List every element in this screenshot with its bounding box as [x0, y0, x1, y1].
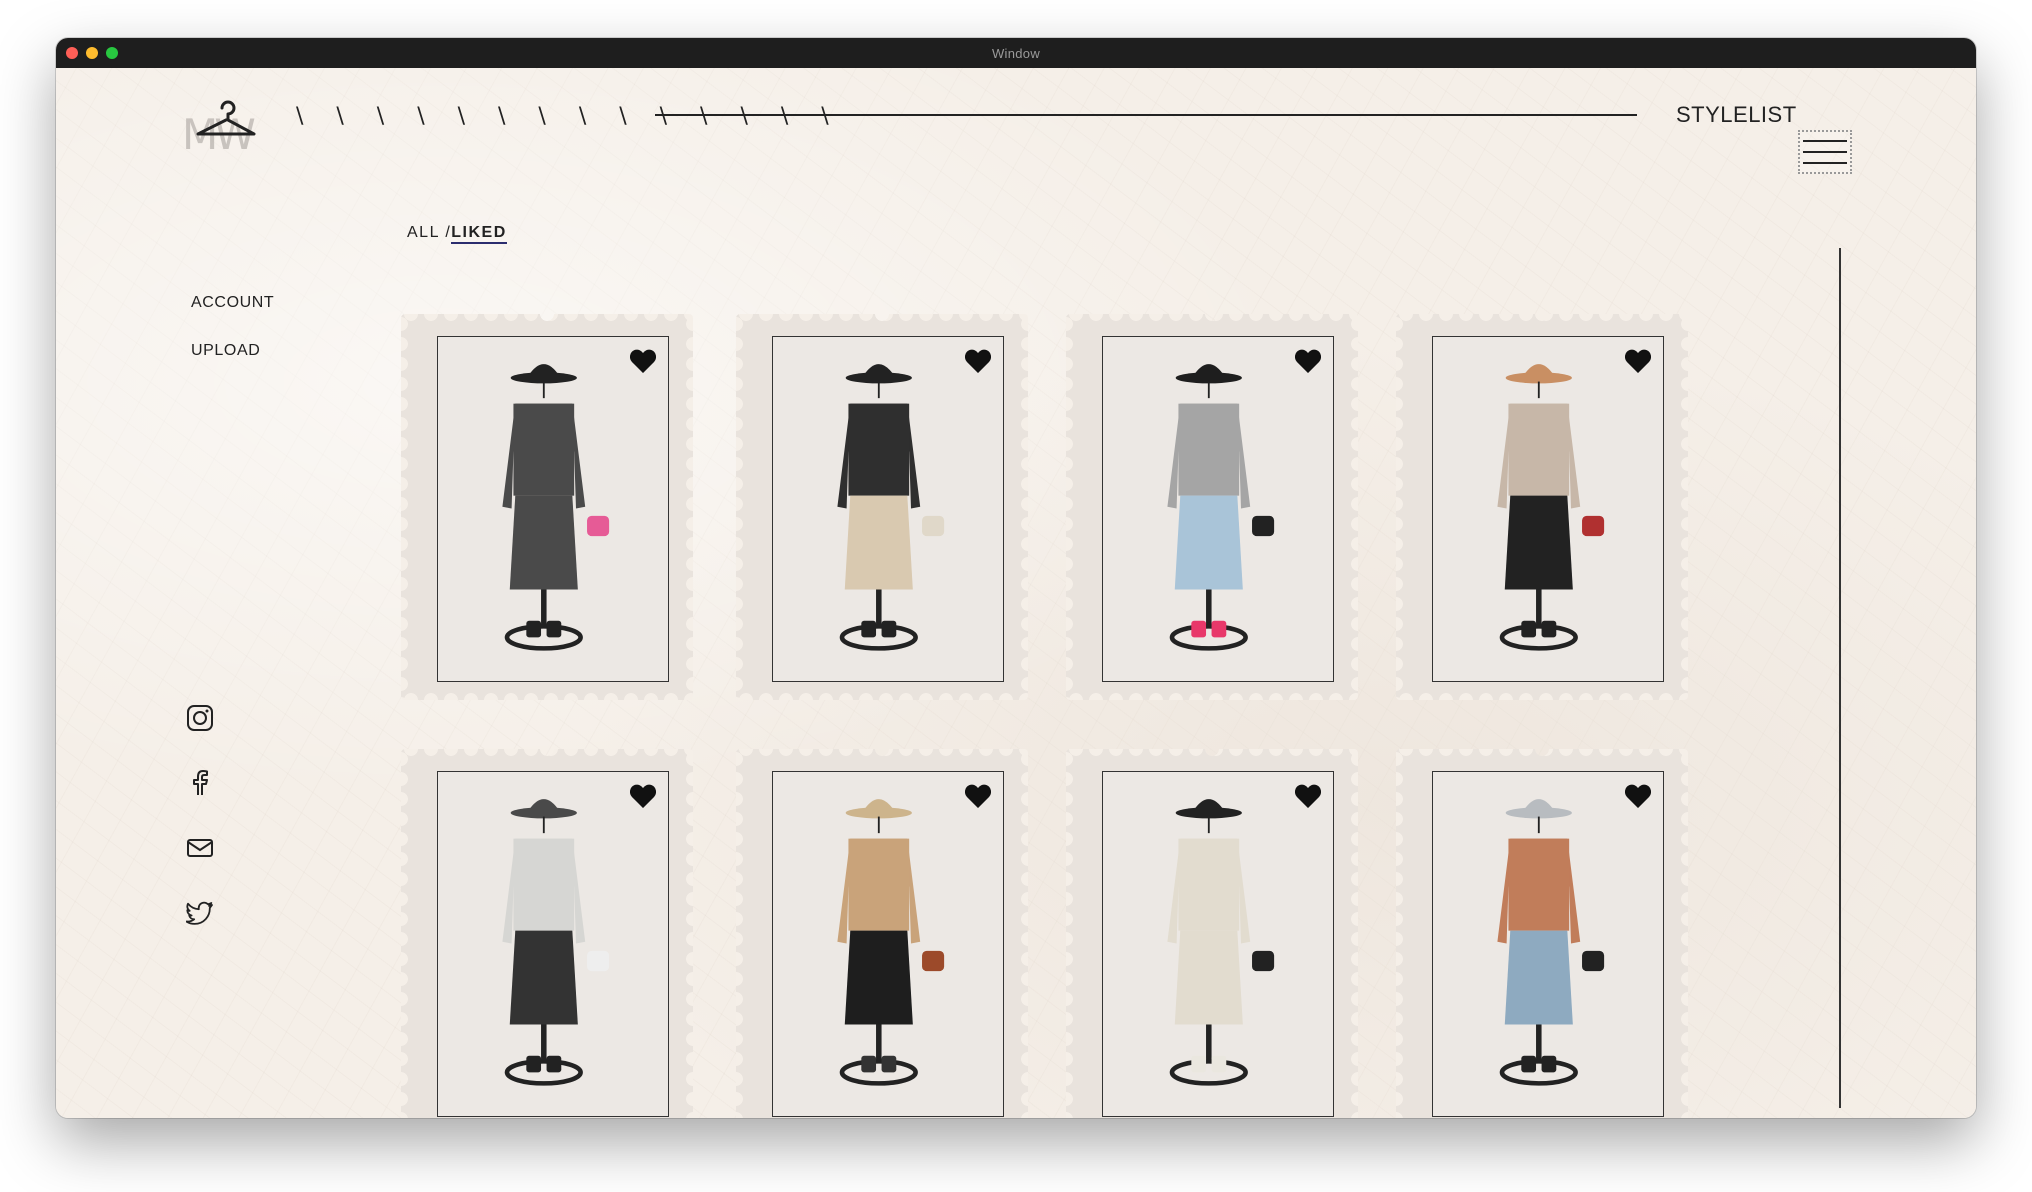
outfit-photo[interactable] — [1432, 336, 1664, 682]
window-controls — [66, 47, 118, 59]
hanger-icon — [196, 100, 256, 136]
heart-icon[interactable] — [1625, 349, 1651, 373]
decorative-slashes: \ \ \ \ \ \ \ \ \ \ \ \ \ \ — [296, 104, 842, 129]
header-divider — [655, 114, 1637, 116]
outfit-photo[interactable] — [437, 336, 669, 682]
scroll-track[interactable] — [1839, 248, 1841, 1108]
menu-bar — [1803, 151, 1847, 153]
mannequin-outfit — [1167, 799, 1275, 1086]
filter-all[interactable]: ALL / — [407, 224, 451, 241]
outfit-card[interactable] — [1396, 749, 1688, 1118]
outfit-card[interactable] — [401, 749, 693, 1118]
filter-tabs: ALL /LIKED — [407, 224, 507, 244]
outfit-photo[interactable] — [772, 771, 1004, 1117]
title-bar: Window — [56, 38, 1976, 68]
heart-icon[interactable] — [1295, 349, 1321, 373]
outfit-grid — [401, 314, 1721, 1118]
outfit-photo[interactable] — [1102, 771, 1334, 1117]
twitter-icon[interactable] — [186, 899, 214, 927]
mannequin-outfit — [502, 364, 610, 651]
mail-icon[interactable] — [186, 834, 214, 862]
outfit-card[interactable] — [1066, 314, 1358, 700]
mannequin-outfit — [1497, 799, 1605, 1086]
mannequin-outfit — [1497, 364, 1605, 651]
heart-icon[interactable] — [1295, 784, 1321, 808]
outfit-photo[interactable] — [437, 771, 669, 1117]
outfit-card[interactable] — [401, 314, 693, 700]
outfit-photo[interactable] — [772, 336, 1004, 682]
outfit-card[interactable] — [1396, 314, 1688, 700]
menu-bar — [1803, 140, 1847, 142]
heart-icon[interactable] — [965, 784, 991, 808]
nav-upload[interactable]: UPLOAD — [191, 342, 274, 360]
side-nav: ACCOUNT UPLOAD — [191, 294, 274, 390]
logo[interactable]: MW — [178, 96, 268, 159]
mannequin-outfit — [837, 799, 945, 1086]
outfit-photo[interactable] — [1432, 771, 1664, 1117]
mannequin-outfit — [837, 364, 945, 651]
mannequin-outfit — [502, 799, 610, 1086]
close-window-button[interactable] — [66, 47, 78, 59]
mannequin-outfit — [1167, 364, 1275, 651]
outfit-card[interactable] — [736, 749, 1028, 1118]
maximize-window-button[interactable] — [106, 47, 118, 59]
brand-title[interactable]: STYLELIST — [1676, 102, 1797, 128]
social-links — [186, 704, 214, 927]
minimize-window-button[interactable] — [86, 47, 98, 59]
window-title: Window — [991, 45, 1041, 61]
heart-icon[interactable] — [965, 349, 991, 373]
app-window: Window MW \ \ \ \ \ \ \ \ \ \ \ \ \ \ ST… — [56, 38, 1976, 1118]
instagram-icon[interactable] — [186, 704, 214, 732]
filter-liked[interactable]: LIKED — [451, 224, 507, 244]
outfit-card[interactable] — [1066, 749, 1358, 1118]
menu-bar — [1803, 162, 1847, 164]
heart-icon[interactable] — [1625, 784, 1651, 808]
outfit-card[interactable] — [736, 314, 1028, 700]
outfit-photo[interactable] — [1102, 336, 1334, 682]
facebook-icon[interactable] — [186, 769, 214, 797]
page: MW \ \ \ \ \ \ \ \ \ \ \ \ \ \ STYLELIST… — [56, 68, 1976, 1118]
nav-account[interactable]: ACCOUNT — [191, 294, 274, 312]
heart-icon[interactable] — [630, 784, 656, 808]
heart-icon[interactable] — [630, 349, 656, 373]
menu-button[interactable] — [1798, 130, 1852, 174]
